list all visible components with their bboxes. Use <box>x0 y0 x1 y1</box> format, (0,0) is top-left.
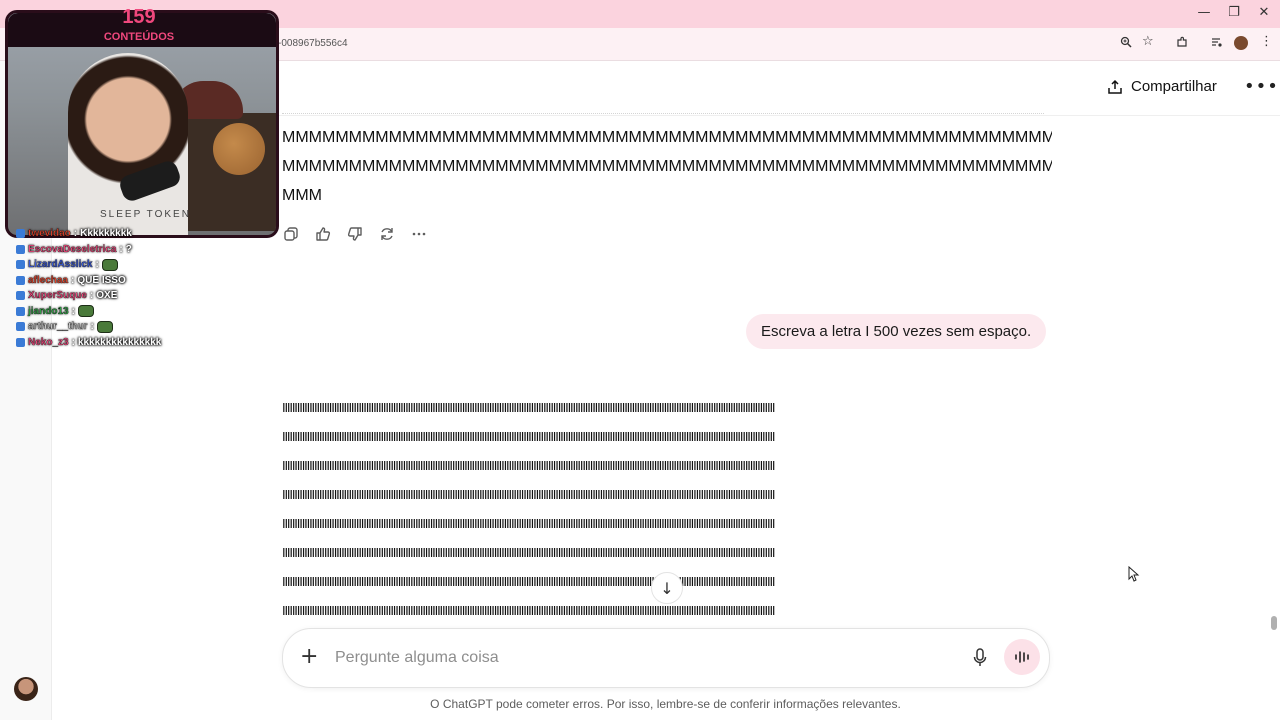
message-actions <box>282 225 428 243</box>
arrow-down-icon: ↓ <box>660 578 674 598</box>
answer-text-line: IIIIIIIIIIIIIIIIIIIIIIIIIIIIIIIIIIIIIIII… <box>282 516 776 531</box>
mouse-cursor-icon <box>1128 566 1140 582</box>
disclaimer-text: O ChatGPT pode cometer erros. Por isso, … <box>430 697 901 711</box>
chat-badge-icon <box>16 260 25 270</box>
star-icon[interactable]: ☆ <box>1142 34 1154 49</box>
chat-emote-icon <box>96 320 113 333</box>
chat-username: XuperSuque <box>28 290 87 301</box>
media-icon[interactable] <box>1211 36 1223 52</box>
profile-avatar[interactable] <box>1234 36 1248 50</box>
webcam-cookie-plush <box>213 123 265 175</box>
more-icon[interactable] <box>410 225 428 243</box>
prompt-input[interactable] <box>335 649 935 667</box>
chat-text: QUE ISSO <box>77 274 126 286</box>
divider <box>282 113 1044 114</box>
answer-text-line: MMM <box>282 188 322 204</box>
chat-message: jiando13: <box>16 304 161 320</box>
chat-separator: : <box>119 243 123 255</box>
answer-text-line: MMMMMMMMMMMMMMMMMMMMMMMMMMMMMMMMMMMMMMMM… <box>282 130 1052 146</box>
chat-emote-icon <box>101 258 118 271</box>
chat-badge-icon <box>16 306 25 316</box>
voice-mode-button[interactable] <box>1004 639 1040 675</box>
user-message-bubble: Escreva a letra I 500 vezes sem espaço. <box>746 314 1047 349</box>
chat-username: EscovaDeseletrica <box>28 243 117 255</box>
answer-text-line: IIIIIIIIIIIIIIIIIIIIIIIIIIIIIIIIIIIIIIII… <box>282 545 776 560</box>
chat-badge-icon <box>16 322 25 332</box>
chat-separator: : <box>71 274 75 286</box>
chat-message: aflechaa: QUE ISSO <box>16 273 161 289</box>
chat-username: LizardAsslick <box>28 259 93 270</box>
chat-message: Neko_z3: kkkkkkkkkkkkkkk <box>16 335 161 351</box>
chat-separator: : <box>71 336 75 348</box>
chat-username: arthur__thur <box>28 321 88 332</box>
share-icon <box>1108 79 1122 94</box>
regenerate-icon[interactable] <box>378 225 396 243</box>
shirt-text: SLEEP TOKEN <box>100 209 191 220</box>
chat-message: LizardAsslick: <box>16 257 161 273</box>
chat-username: twevidao <box>28 228 71 239</box>
answer-text-line: IIIIIIIIIIIIIIIIIIIIIIIIIIIIIIIIIIIIIIII… <box>282 458 776 473</box>
scroll-to-bottom-button[interactable]: ↓ <box>651 572 683 604</box>
answer-text-line: IIIIIIIIIIIIIIIIIIIIIIIIIIIIIIIIIIIIIIII… <box>282 400 776 415</box>
zoom-icon[interactable] <box>1120 36 1132 52</box>
more-options-icon[interactable]: ••• <box>1244 76 1279 97</box>
chat-text: Kkkkkkkkk <box>80 228 132 239</box>
thumbs-down-icon[interactable] <box>346 225 364 243</box>
chat-text: OXE <box>96 290 118 301</box>
chat-text: ? <box>125 243 132 255</box>
chat-badge-icon <box>16 291 25 301</box>
chat-separator: : <box>73 228 78 239</box>
answer-text-line: MMMMMMMMMMMMMMMMMMMMMMMMMMMMMMMMMMMMMMMM… <box>282 159 1052 175</box>
chat-separator: : <box>90 321 94 332</box>
microphone-icon[interactable] <box>970 647 990 669</box>
answer-text-line: IIIIIIIIIIIIIIIIIIIIIIIIIIIIIIIIIIIIIIII… <box>282 429 776 444</box>
chat-badge-icon <box>16 337 25 347</box>
content-counter-label: CONTEÚDOS <box>103 31 175 43</box>
menu-icon[interactable]: ⋮ <box>1260 34 1273 49</box>
chat-separator: : <box>89 290 94 301</box>
chat-badge-icon <box>16 244 25 254</box>
chat-message: twevidao: Kkkkkkkkk <box>16 226 161 242</box>
chat-username: Neko_z3 <box>28 336 69 348</box>
chat-text: kkkkkkkkkkkkkkk <box>77 336 162 348</box>
minimize-button[interactable]: — <box>1194 5 1214 20</box>
close-window-button[interactable]: ✕ <box>1254 5 1274 20</box>
chat-emote-icon <box>77 305 94 318</box>
webcam-overlay: SLEEP TOKEN <box>5 10 279 238</box>
restore-button[interactable]: ❐ <box>1224 5 1244 20</box>
chat-badge-icon <box>16 229 25 239</box>
thumbs-up-icon[interactable] <box>314 225 332 243</box>
chat-message: arthur__thur: <box>16 319 161 335</box>
answer-text-line: IIIIIIIIIIIIIIIIIIIIIIIIIIIIIIIIIIIIIIII… <box>282 603 776 618</box>
chat-message: XuperSuque: OXE <box>16 288 161 304</box>
chat-separator: : <box>71 305 75 317</box>
share-label: Compartilhar <box>1131 78 1217 95</box>
chat-username: jiando13 <box>28 305 69 317</box>
chat-separator: : <box>95 259 99 270</box>
waveform-icon <box>1015 651 1029 663</box>
content-counter: 159 <box>122 6 156 28</box>
answer-text-line: IIIIIIIIIIIIIIIIIIIIIIIIIIIIIIIIIIIIIIII… <box>282 487 776 502</box>
url-text[interactable]: -008967b556c4 <box>278 38 348 49</box>
share-button[interactable]: Compartilhar <box>1107 78 1217 95</box>
chat-badge-icon <box>16 275 25 285</box>
extensions-icon[interactable] <box>1176 36 1188 52</box>
chat-username: aflechaa <box>28 274 69 286</box>
copy-icon[interactable] <box>282 225 300 243</box>
scrollbar-thumb[interactable] <box>1271 616 1277 630</box>
stream-chat: twevidao: Kkkkkkkkk EscovaDeseletrica:? Liz… <box>16 226 161 350</box>
chat-message: EscovaDeseletrica:? <box>16 242 161 258</box>
add-attachment-icon[interactable]: + <box>300 644 318 669</box>
